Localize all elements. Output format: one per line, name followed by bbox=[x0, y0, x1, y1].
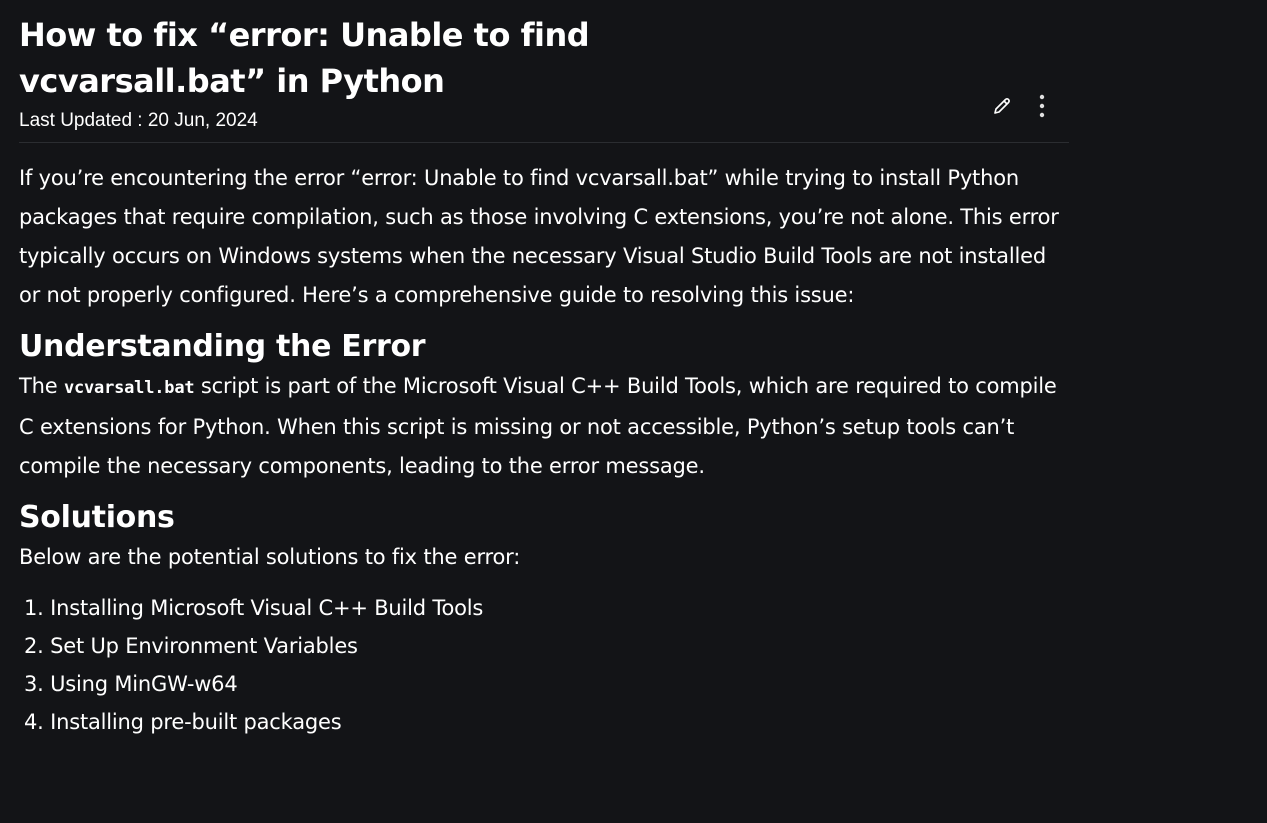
intro-paragraph: If you’re encountering the error “error:… bbox=[19, 166, 1059, 307]
solutions-list: 1. Installing Microsoft Visual C++ Build… bbox=[19, 589, 1069, 741]
article-meta: Last Updated : 20 Jun, 2024 bbox=[19, 94, 1069, 143]
list-item[interactable]: 2. Set Up Environment Variables bbox=[19, 627, 1069, 665]
article-title: How to fix “error: Unable to find vcvars… bbox=[19, 16, 590, 100]
article: How to fix “error: Unable to find vcvars… bbox=[19, 0, 1069, 741]
list-item[interactable]: 1. Installing Microsoft Visual C++ Build… bbox=[19, 589, 1069, 627]
last-updated: Last Updated : 20 Jun, 2024 bbox=[19, 110, 258, 131]
article-actions bbox=[991, 94, 1053, 118]
list-item[interactable]: 3. Using MinGW-w64 bbox=[19, 665, 1069, 703]
solutions-intro: Below are the potential solutions to fix… bbox=[19, 545, 521, 569]
understanding-text-prefix: The bbox=[19, 374, 64, 398]
solutions-heading: Solutions bbox=[19, 500, 175, 535]
list-item[interactable]: 4. Installing pre-built packages bbox=[19, 703, 1069, 741]
understanding-paragraph: The vcvarsall.bat script is part of the … bbox=[19, 367, 1069, 486]
inline-code: vcvarsall.bat bbox=[63, 378, 195, 398]
kebab-menu-icon[interactable] bbox=[1031, 94, 1053, 118]
pencil-icon[interactable] bbox=[991, 94, 1013, 118]
understanding-heading: Understanding the Error bbox=[19, 329, 426, 364]
